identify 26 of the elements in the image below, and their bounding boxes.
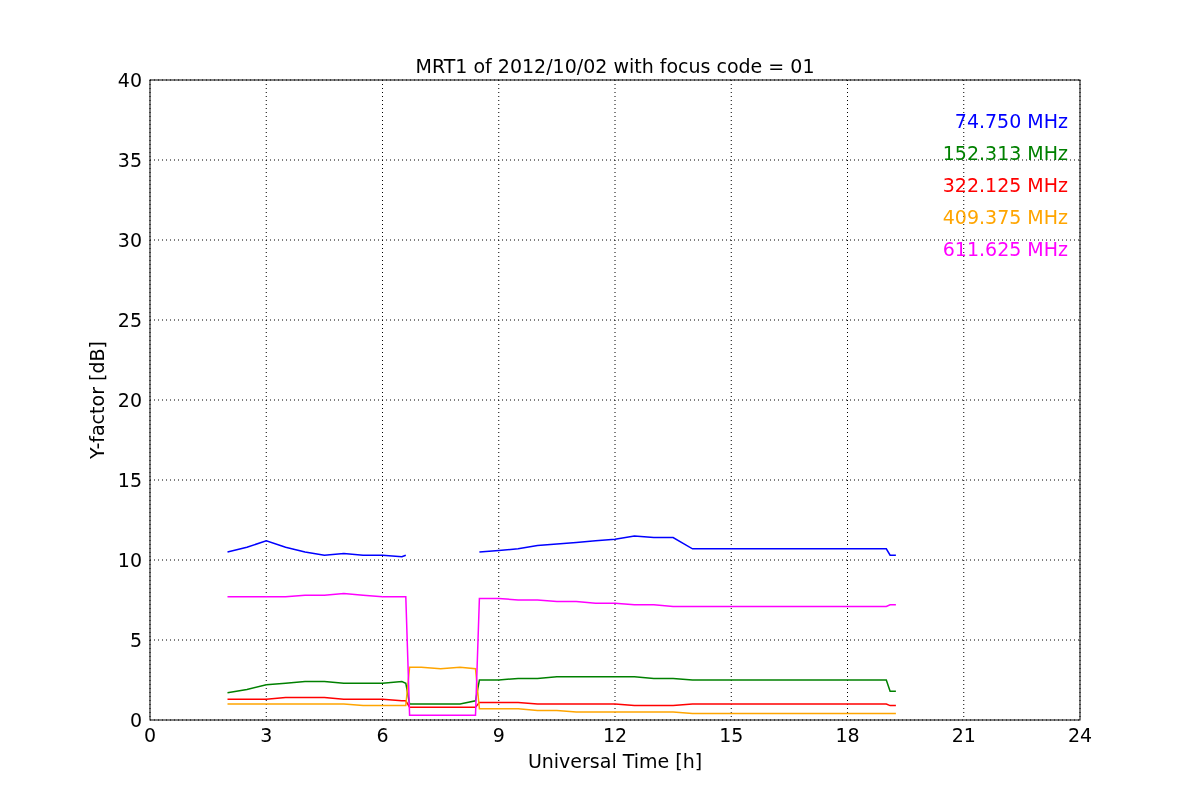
tick-label: 10: [117, 549, 142, 571]
chart-title: MRT1 of 2012/10/02 with focus code = 01: [415, 55, 815, 77]
tick-label: 12: [602, 724, 628, 746]
tick-label: 24: [1067, 724, 1093, 746]
tick-label: 18: [835, 724, 860, 746]
legend-label: 611.625 MHz: [942, 238, 1068, 260]
axis-label: Y-factor [dB]: [86, 341, 108, 459]
tick-label: 40: [117, 69, 142, 91]
legend-label: 322.125 MHz: [942, 174, 1068, 196]
legend-label: 409.375 MHz: [942, 206, 1068, 228]
legend-label: 152.313 MHz: [942, 142, 1068, 164]
tick-label: 6: [376, 724, 389, 746]
tick-label: 21: [951, 724, 976, 746]
tick-label: 0: [143, 724, 157, 746]
tick-label: 20: [117, 389, 142, 411]
tick-label: 0: [129, 709, 142, 731]
tick-label: 5: [129, 629, 142, 651]
tick-label: 35: [117, 149, 142, 171]
tick-label: 15: [117, 469, 142, 491]
tick-label: 9: [492, 724, 505, 746]
tick-label: 15: [719, 724, 744, 746]
tick-label: 30: [117, 229, 142, 251]
tick-label: 25: [117, 309, 142, 331]
legend-label: 74.750 MHz: [954, 110, 1068, 132]
axis-label: Universal Time [h]: [527, 750, 703, 772]
tick-label: 3: [260, 724, 273, 746]
